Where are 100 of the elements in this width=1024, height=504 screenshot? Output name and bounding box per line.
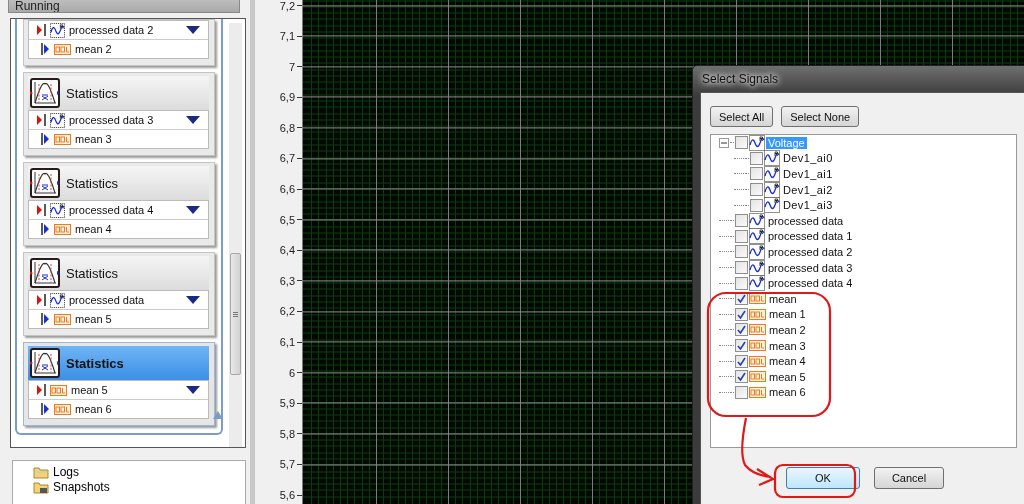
step-header[interactable]: Statistics	[28, 166, 209, 200]
numeric-type-icon	[749, 340, 766, 351]
y-axis-label: 6,7	[279, 152, 295, 165]
waveform-icon	[749, 212, 765, 229]
step-card[interactable]: Statistics processed data 4 mean 4	[23, 162, 215, 246]
signal-label[interactable]: processed data 2	[766, 245, 855, 258]
numeric-type-icon	[749, 386, 766, 398]
output-terminal-icon	[41, 42, 50, 56]
signal-label[interactable]: processed data 3	[766, 261, 855, 274]
signal-label[interactable]: mean 6	[767, 386, 808, 399]
signal-label[interactable]: Dev1_ai1	[781, 168, 835, 180]
tree-item[interactable]: Logs	[53, 465, 80, 479]
tree-item[interactable]: Snapshots	[53, 480, 110, 494]
numeric-type-icon	[54, 133, 71, 145]
checkbox[interactable]	[750, 167, 763, 181]
checkbox[interactable]	[750, 198, 763, 212]
y-axis-label: 6	[288, 366, 295, 379]
input-signal[interactable]: processed data	[69, 294, 182, 306]
input-signal[interactable]: mean 5	[71, 384, 182, 396]
input-terminal-icon	[37, 383, 46, 397]
numeric-type-icon	[50, 384, 67, 396]
checkbox[interactable]	[735, 229, 748, 243]
checkbox[interactable]	[735, 323, 748, 337]
dropdown-caret-icon[interactable]	[186, 386, 200, 394]
step-header[interactable]: Statistics	[28, 76, 209, 110]
step-header[interactable]: Statistics	[28, 256, 209, 290]
y-axis-label: 6,1	[279, 336, 295, 349]
y-axis-label: 7,1	[279, 30, 295, 43]
output-signal: mean 4	[75, 223, 113, 235]
signal-label[interactable]: mean 4	[767, 355, 808, 368]
waveform-icon	[764, 150, 780, 167]
y-axis-label: 6,5	[279, 213, 295, 226]
input-terminal-icon	[37, 293, 46, 307]
numeric-type-icon	[54, 313, 71, 325]
ok-button[interactable]: OK	[786, 467, 860, 489]
checkbox[interactable]	[735, 136, 748, 150]
y-axis-label: 6,6	[279, 183, 295, 196]
signal-label[interactable]: mean 5	[767, 370, 808, 383]
signal-label[interactable]: Dev1_ai2	[781, 183, 835, 196]
signal-label[interactable]: processed data	[766, 214, 846, 227]
input-signal[interactable]: processed data 3	[69, 114, 182, 126]
dialog-title: Select Signals	[701, 71, 780, 88]
signal-label[interactable]: mean 1	[767, 308, 808, 321]
checkbox[interactable]	[735, 245, 748, 259]
signal-label[interactable]: mean 3	[767, 339, 808, 352]
step-header[interactable]: Statistics	[28, 346, 209, 380]
output-terminal-icon	[41, 222, 50, 236]
step-card[interactable]: processed data 2 mean 2	[23, 19, 215, 66]
checkbox[interactable]	[735, 354, 748, 368]
step-card[interactable]: Statistics processed data 3 mean 3	[23, 72, 215, 156]
waveform-icon	[749, 243, 765, 260]
y-axis-label: 5,7	[279, 458, 295, 471]
dropdown-caret-icon[interactable]	[186, 206, 200, 214]
checkbox[interactable]	[735, 385, 748, 399]
step-title: Statistics	[66, 175, 118, 191]
checkbox[interactable]	[735, 261, 748, 275]
signal-label[interactable]: processed data 4	[766, 277, 855, 290]
checkbox[interactable]	[735, 339, 748, 352]
bell-curve-icon	[30, 168, 60, 198]
step-title: Statistics	[66, 85, 118, 101]
cancel-button[interactable]: Cancel	[874, 467, 944, 489]
step-card[interactable]: Statistics processed data mean 5	[23, 252, 215, 336]
signal-label[interactable]: mean 2	[767, 323, 808, 336]
scrollbar[interactable]	[229, 23, 242, 447]
input-signal[interactable]: processed data 4	[69, 204, 182, 216]
step-card[interactable]: Statistics mean 5 mean 6	[23, 342, 215, 426]
y-axis-label: 5,6	[279, 489, 295, 501]
checkbox[interactable]	[735, 307, 748, 321]
dropdown-caret-icon[interactable]	[186, 26, 200, 34]
numeric-type-icon	[54, 43, 71, 55]
input-terminal-icon	[37, 23, 46, 37]
signal-label[interactable]: Dev1_ai0	[781, 152, 835, 165]
bell-curve-icon	[30, 78, 60, 108]
checkbox[interactable]	[750, 151, 763, 165]
numeric-type-icon	[749, 371, 766, 383]
checkbox[interactable]	[735, 214, 748, 228]
select-button[interactable]: Select None	[781, 106, 860, 127]
numeric-type-icon	[749, 355, 766, 367]
waveform-icon	[749, 259, 765, 276]
numeric-type-icon	[749, 293, 766, 305]
signal-label[interactable]: mean	[767, 292, 799, 305]
signal-label[interactable]: processed data 1	[766, 230, 855, 243]
input-signal[interactable]: processed data 2	[69, 24, 182, 36]
waveform-icon	[50, 112, 65, 128]
dropdown-caret-icon[interactable]	[186, 296, 200, 304]
checkbox[interactable]	[735, 370, 748, 384]
select-button[interactable]: Select All	[710, 106, 774, 127]
numeric-type-icon	[749, 324, 766, 336]
checkbox[interactable]	[750, 183, 763, 197]
output-terminal-icon	[41, 312, 50, 326]
step-title: Statistics	[66, 355, 124, 371]
y-axis-label: 7	[288, 60, 295, 73]
annotation-arrow	[741, 416, 775, 487]
signal-label[interactable]: Dev1_ai3	[781, 199, 835, 212]
folder-icon	[33, 465, 49, 479]
dropdown-caret-icon[interactable]	[186, 116, 200, 124]
y-axis-label: 7,2	[279, 0, 295, 12]
checkbox[interactable]	[735, 276, 748, 290]
collapse-toggle-icon[interactable]	[719, 137, 729, 148]
input-terminal-icon	[37, 113, 46, 127]
